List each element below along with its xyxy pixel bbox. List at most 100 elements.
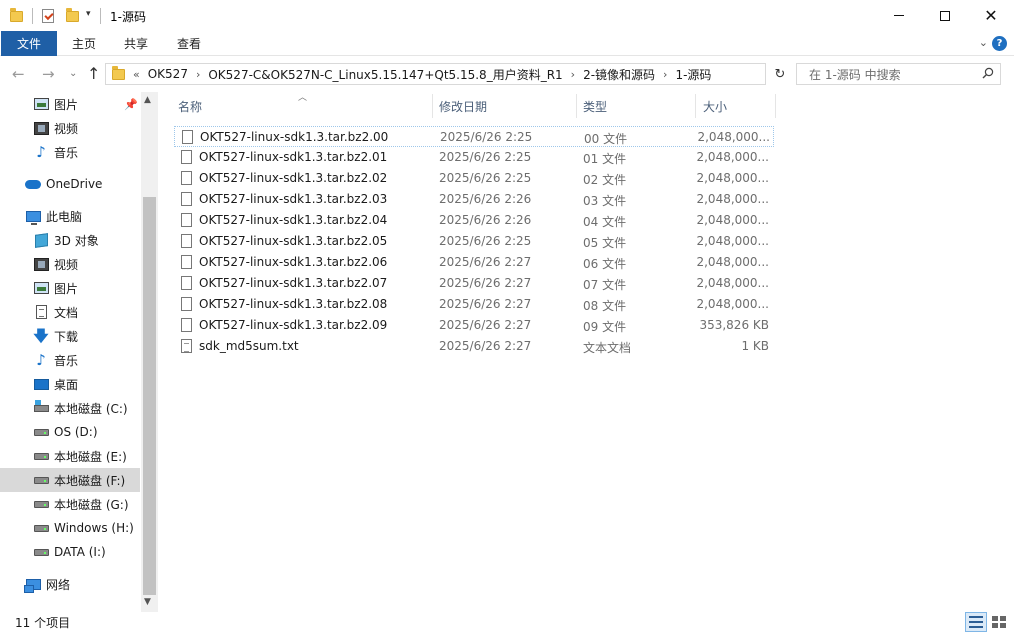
music-icon: ♪ xyxy=(36,350,46,369)
sidebar-item-drive-h[interactable]: Windows (H:) xyxy=(0,516,140,540)
sidebar-item-drive-c[interactable]: 本地磁盘 (C:) xyxy=(0,396,140,420)
forward-arrow-icon[interactable]: → xyxy=(42,65,55,83)
sidebar-item-music[interactable]: ♪ 音乐 xyxy=(0,348,140,372)
file-date: 2025/6/26 2:27 xyxy=(439,339,532,353)
column-header-size[interactable]: 大小 xyxy=(703,92,775,120)
sidebar-item-label: 此电脑 xyxy=(46,209,83,224)
sidebar-item-label: 网络 xyxy=(46,577,71,592)
file-icon xyxy=(181,234,192,248)
file-row[interactable]: OKT527-linux-sdk1.3.tar.bz2.07 2025/6/26… xyxy=(174,273,774,294)
file-icon xyxy=(181,192,192,206)
customize-quick-access-button[interactable]: ▾ xyxy=(86,9,91,19)
help-icon[interactable]: ? xyxy=(992,36,1007,51)
sidebar-item-pictures[interactable]: 图片 📌 xyxy=(0,92,140,116)
file-row[interactable]: OKT527-linux-sdk1.3.tar.bz2.09 2025/6/26… xyxy=(174,315,774,336)
sidebar-item-3d-objects[interactable]: 3D 对象 xyxy=(0,228,140,252)
file-date: 2025/6/26 2:25 xyxy=(440,130,533,144)
sidebar-item-videos[interactable]: 视频 xyxy=(0,116,140,140)
breadcrumb-segment[interactable]: 2-镜像和源码 xyxy=(583,66,655,83)
sidebar-item-desktop[interactable]: 桌面 xyxy=(0,372,140,396)
sidebar-item-music[interactable]: ♪ 音乐 xyxy=(0,140,140,164)
breadcrumb-chevron-icon[interactable]: › xyxy=(663,68,667,81)
recent-locations-chevron-icon[interactable]: ⌄ xyxy=(69,68,77,79)
column-divider[interactable] xyxy=(432,94,433,118)
file-type: 08 文件 xyxy=(583,299,627,313)
sidebar-item-network[interactable]: 网络 xyxy=(0,572,140,596)
address-overflow[interactable]: « xyxy=(133,68,140,81)
file-row[interactable]: OKT527-linux-sdk1.3.tar.bz2.02 2025/6/26… xyxy=(174,168,774,189)
minimize-button[interactable] xyxy=(876,0,922,31)
file-row[interactable]: OKT527-linux-sdk1.3.tar.bz2.01 2025/6/26… xyxy=(174,147,774,168)
file-row[interactable]: OKT527-linux-sdk1.3.tar.bz2.04 2025/6/26… xyxy=(174,210,774,231)
sidebar-item-documents[interactable]: 文档 xyxy=(0,300,140,324)
music-icon: ♪ xyxy=(36,142,46,161)
file-name: OKT527-linux-sdk1.3.tar.bz2.06 xyxy=(199,255,388,269)
breadcrumb-chevron-icon[interactable]: › xyxy=(571,68,575,81)
refresh-icon[interactable]: ↻ xyxy=(771,63,789,85)
column-divider[interactable] xyxy=(576,94,577,118)
pin-icon[interactable]: 📌 xyxy=(124,98,138,111)
maximize-button[interactable] xyxy=(922,0,968,31)
sidebar-item-onedrive[interactable]: OneDrive xyxy=(0,172,140,196)
quick-access-divider xyxy=(32,8,33,24)
tab-file[interactable]: 文件 xyxy=(1,31,57,56)
file-row[interactable]: OKT527-linux-sdk1.3.tar.bz2.08 2025/6/26… xyxy=(174,294,774,315)
drive-icon xyxy=(33,497,49,511)
column-header-type[interactable]: 类型 xyxy=(583,92,695,120)
sidebar-item-drive-e[interactable]: 本地磁盘 (E:) xyxy=(0,444,140,468)
file-size: 2,048,000... xyxy=(696,255,769,269)
navigation-pane: 图片 📌 视频 ♪ 音乐 OneDrive 此电脑 3D 对象 视频 图片 文档… xyxy=(0,92,158,612)
back-arrow-icon[interactable]: ← xyxy=(12,65,25,83)
navigation-bar: ← → ⌄ ↑ « OK527 › OK527-C&OK527N-C_Linux… xyxy=(0,56,1014,92)
breadcrumb-chevron-icon[interactable]: › xyxy=(196,68,200,81)
close-button[interactable]: ✕ xyxy=(968,0,1014,31)
sidebar-item-drive-d[interactable]: OS (D:) xyxy=(0,420,140,444)
sidebar-item-drive-i[interactable]: DATA (I:) xyxy=(0,540,140,564)
column-header-date[interactable]: 修改日期 xyxy=(439,92,577,120)
videos-icon xyxy=(33,257,49,271)
scrollbar-thumb[interactable] xyxy=(143,197,156,595)
file-name: OKT527-linux-sdk1.3.tar.bz2.01 xyxy=(199,150,388,164)
file-row[interactable]: OKT527-linux-sdk1.3.tar.bz2.03 2025/6/26… xyxy=(174,189,774,210)
tab-view[interactable]: 查看 xyxy=(167,31,211,56)
sidebar-item-label: OneDrive xyxy=(46,177,103,191)
file-icon xyxy=(181,297,192,311)
file-date: 2025/6/26 2:25 xyxy=(439,150,532,164)
column-divider[interactable] xyxy=(695,94,696,118)
address-bar[interactable]: « OK527 › OK527-C&OK527N-C_Linux5.15.147… xyxy=(105,63,766,85)
sidebar-item-drive-g[interactable]: 本地磁盘 (G:) xyxy=(0,492,140,516)
sidebar-item-label: 桌面 xyxy=(54,377,79,392)
up-arrow-icon[interactable]: ↑ xyxy=(87,64,100,83)
expand-ribbon-chevron-icon[interactable]: ⌄ xyxy=(979,36,988,49)
file-row[interactable]: OKT527-linux-sdk1.3.tar.bz2.05 2025/6/26… xyxy=(174,231,774,252)
file-row[interactable]: OKT527-linux-sdk1.3.tar.bz2.06 2025/6/26… xyxy=(174,252,774,273)
sidebar-item-pictures[interactable]: 图片 xyxy=(0,276,140,300)
file-row[interactable]: OKT527-linux-sdk1.3.tar.bz2.00 2025/6/26… xyxy=(174,126,774,147)
breadcrumb-segment[interactable]: 1-源码 xyxy=(675,66,711,83)
search-input[interactable]: 在 1-源码 中搜索 xyxy=(796,63,1001,85)
scroll-up-arrow-icon[interactable]: ▲ xyxy=(144,95,151,105)
maximize-icon xyxy=(940,10,950,21)
scroll-down-arrow-icon[interactable]: ▼ xyxy=(144,597,151,607)
file-date: 2025/6/26 2:25 xyxy=(439,171,532,185)
new-folder-icon xyxy=(66,7,79,22)
sidebar-item-drive-f[interactable]: 本地磁盘 (F:) xyxy=(0,468,140,492)
breadcrumb-segment[interactable]: OK527 xyxy=(148,67,188,81)
column-divider[interactable] xyxy=(775,94,776,118)
navigation-pane-scrollbar[interactable]: ▲ ▼ xyxy=(141,92,158,612)
file-type: 07 文件 xyxy=(583,278,627,292)
tab-home[interactable]: 主页 xyxy=(62,31,106,56)
details-view-button[interactable] xyxy=(965,612,987,632)
sidebar-item-videos[interactable]: 视频 xyxy=(0,252,140,276)
new-folder-button[interactable] xyxy=(66,7,79,25)
properties-button[interactable] xyxy=(42,7,54,25)
sidebar-item-downloads[interactable]: 🡇 下载 xyxy=(0,324,140,348)
tab-share[interactable]: 共享 xyxy=(114,31,158,56)
large-icons-view-button[interactable] xyxy=(988,612,1010,632)
column-header-name[interactable]: 名称 xyxy=(178,92,433,120)
breadcrumb-segment[interactable]: OK527-C&OK527N-C_Linux5.15.147+Qt5.15.8_… xyxy=(208,66,562,83)
network-icon xyxy=(23,577,41,593)
sidebar-item-this-pc[interactable]: 此电脑 xyxy=(0,204,140,228)
file-row[interactable]: sdk_md5sum.txt 2025/6/26 2:27 文本文档 1 KB xyxy=(174,336,774,357)
file-date: 2025/6/26 2:25 xyxy=(439,234,532,248)
